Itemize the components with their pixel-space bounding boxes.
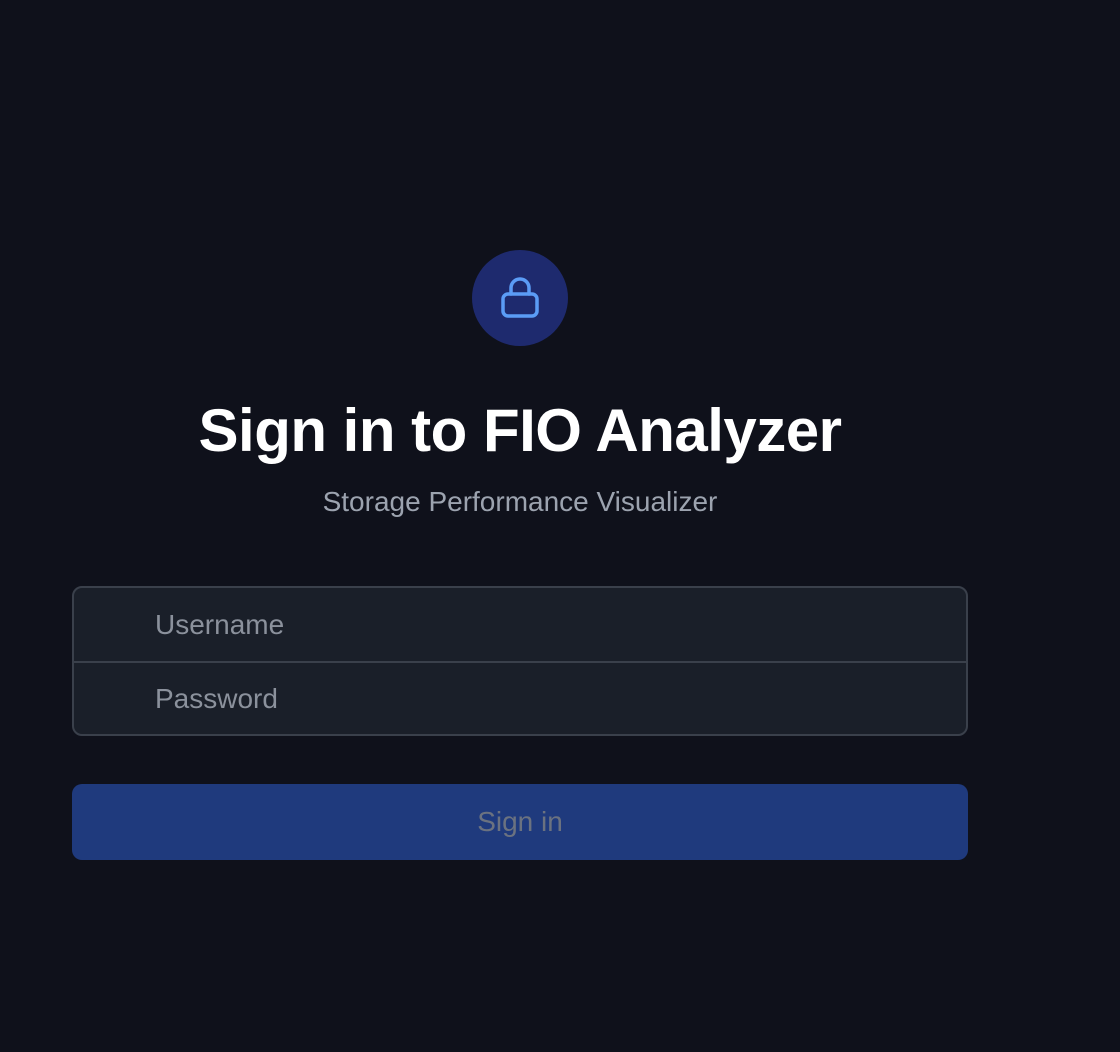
lock-badge — [472, 250, 568, 346]
lock-icon — [501, 277, 539, 318]
sign-in-button[interactable]: Sign in — [72, 784, 968, 860]
login-page: Sign in to FIO Analyzer Storage Performa… — [0, 0, 1120, 1052]
page-subtitle: Storage Performance Visualizer — [322, 486, 718, 517]
credentials-group — [72, 586, 968, 736]
password-input[interactable] — [74, 661, 966, 734]
username-input[interactable] — [74, 588, 966, 661]
page-title: Sign in to FIO Analyzer — [198, 397, 843, 464]
